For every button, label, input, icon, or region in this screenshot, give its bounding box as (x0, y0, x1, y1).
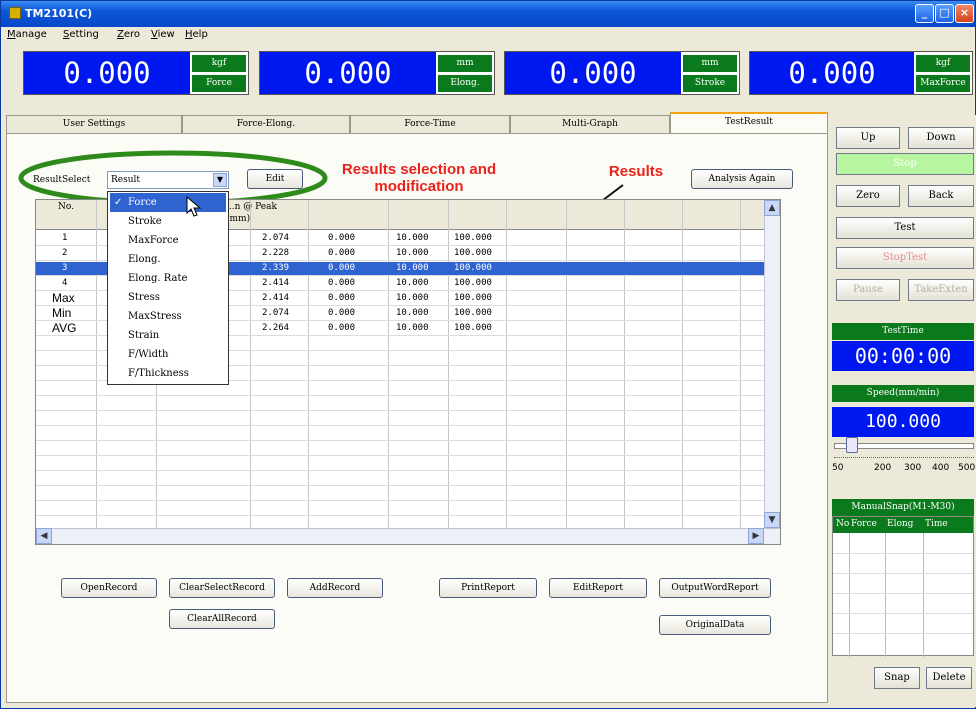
stroke-readout: 0.000 mm Stroke (504, 51, 740, 95)
elong-label: Elong. (438, 75, 492, 92)
stroke-value: 0.000 (505, 52, 681, 94)
analysis-again-button[interactable]: Analysis Again (691, 169, 793, 189)
dropdown-item-maxstress[interactable]: MaxStress (110, 307, 226, 326)
dropdown-item-elong-rate[interactable]: Elong. Rate (110, 269, 226, 288)
original-data-button[interactable]: OriginalData (659, 615, 771, 635)
menu-manage[interactable]: Manage (7, 29, 47, 40)
stroke-label: Stroke (683, 75, 737, 92)
force-readout: 0.000 kgf Force (23, 51, 249, 95)
maxforce-value: 0.000 (750, 52, 914, 94)
menu-zero[interactable]: Zero (117, 29, 140, 40)
tab-user-settings[interactable]: User Settings (6, 115, 182, 133)
menu-bar: Manage Setting Zero View Help (1, 27, 975, 43)
slider-ticks (834, 457, 974, 460)
mouse-cursor-icon (186, 195, 202, 217)
header-peak-unit: (mm) (226, 214, 251, 224)
slider-tick-label: 50 (832, 463, 844, 473)
force-value: 0.000 (24, 52, 190, 94)
manual-snap-label: ManualSnap(M1-M30) (832, 499, 974, 516)
back-button[interactable]: Back (908, 185, 974, 207)
maxforce-readout: 0.000 kgf MaxForce (749, 51, 973, 95)
maximize-button[interactable]: □ (935, 4, 954, 23)
scroll-left-icon[interactable]: ◀ (36, 528, 52, 544)
tab-bar: User Settings Force-Elong. Force-Time Mu… (6, 112, 828, 133)
snap-table-header: No Force Elong Time (833, 517, 973, 533)
dropdown-item-maxforce[interactable]: MaxForce (110, 231, 226, 250)
zero-button[interactable]: Zero (836, 185, 900, 207)
test-time-label: TestTime (832, 323, 974, 340)
header-no: No. (58, 202, 74, 212)
speed-slider-handle[interactable] (846, 437, 858, 453)
maxforce-unit: kgf (916, 55, 970, 72)
close-button[interactable]: × (955, 4, 974, 23)
add-record-button[interactable]: AddRecord (287, 578, 383, 598)
maxforce-label: MaxForce (916, 75, 970, 92)
snap-button[interactable]: Snap (874, 667, 920, 689)
tab-force-elong[interactable]: Force-Elong. (182, 115, 350, 133)
window-title: TM2101(C) (25, 7, 93, 20)
force-unit: kgf (192, 55, 246, 72)
delete-button[interactable]: Delete (926, 667, 972, 689)
dropdown-item-stress[interactable]: Stress (110, 288, 226, 307)
slider-tick-label: 500 (958, 463, 976, 473)
header-peak: ...n @ Peak (226, 202, 277, 212)
control-panel: Up Down Stop Zero Back Test StopTest Pau… (830, 115, 976, 707)
app-icon (9, 7, 21, 19)
vertical-scrollbar[interactable]: ▲ ▼ (764, 200, 780, 544)
pause-button[interactable]: Pause (836, 279, 900, 301)
stop-test-button[interactable]: StopTest (836, 247, 974, 269)
speed-value: 100.000 (832, 407, 974, 437)
annotation-results: Results (608, 163, 664, 180)
slider-tick-label: 200 (874, 463, 892, 473)
force-label: Force (192, 75, 246, 92)
stroke-unit: mm (683, 55, 737, 72)
minimize-button[interactable]: _ (915, 4, 934, 23)
up-button[interactable]: Up (836, 127, 900, 149)
clear-select-record-button[interactable]: ClearSelectRecord (169, 578, 275, 598)
open-record-button[interactable]: OpenRecord (61, 578, 157, 598)
check-icon: ✓ (114, 197, 123, 208)
annotation-selection: Results selection and modification (341, 161, 497, 195)
scroll-right-icon[interactable]: ▶ (748, 528, 764, 544)
result-dropdown-list: ✓ Force Stroke MaxForce Elong. Elong. Rat… (107, 191, 229, 385)
elong-readout: 0.000 mm Elong. (259, 51, 495, 95)
dropdown-item-stroke[interactable]: Stroke (110, 212, 226, 231)
take-exten-button[interactable]: TakeExten (908, 279, 974, 301)
menu-setting[interactable]: Setting (63, 29, 99, 40)
dropdown-item-force[interactable]: ✓ Force (110, 193, 226, 212)
dropdown-item-f-width[interactable]: F/Width (110, 345, 226, 364)
test-time-value: 00:00:00 (832, 341, 974, 371)
edit-report-button[interactable]: EditReport (549, 578, 647, 598)
dropdown-item-strain[interactable]: Strain (110, 326, 226, 345)
slider-tick-label: 400 (932, 463, 950, 473)
test-button[interactable]: Test (836, 217, 974, 239)
horizontal-scrollbar[interactable]: ◀ ▶ (36, 528, 780, 544)
app-window: TM2101(C) _ □ × Manage Setting Zero View… (0, 0, 976, 709)
tab-force-time[interactable]: Force-Time (350, 115, 510, 133)
dropdown-item-elong[interactable]: Elong. (110, 250, 226, 269)
speed-label: Speed(mm/min) (832, 385, 974, 402)
menu-help[interactable]: Help (185, 29, 208, 40)
scroll-up-icon[interactable]: ▲ (764, 200, 780, 216)
title-bar: TM2101(C) _ □ × (1, 1, 975, 27)
elong-value: 0.000 (260, 52, 436, 94)
tab-test-result[interactable]: TestResult (670, 112, 828, 133)
menu-view[interactable]: View (151, 29, 175, 40)
elong-unit: mm (438, 55, 492, 72)
clear-all-record-button[interactable]: ClearAllRecord (169, 609, 275, 629)
print-report-button[interactable]: PrintReport (439, 578, 537, 598)
output-word-report-button[interactable]: OutputWordReport (659, 578, 771, 598)
down-button[interactable]: Down (908, 127, 974, 149)
manual-snap-table: No Force Elong Time (832, 516, 974, 657)
tab-multi-graph[interactable]: Multi-Graph (510, 115, 670, 133)
slider-tick-label: 300 (904, 463, 922, 473)
stop-button[interactable]: Stop (836, 153, 974, 175)
dropdown-item-f-thickness[interactable]: F/Thickness (110, 364, 226, 383)
scroll-down-icon[interactable]: ▼ (764, 512, 780, 528)
